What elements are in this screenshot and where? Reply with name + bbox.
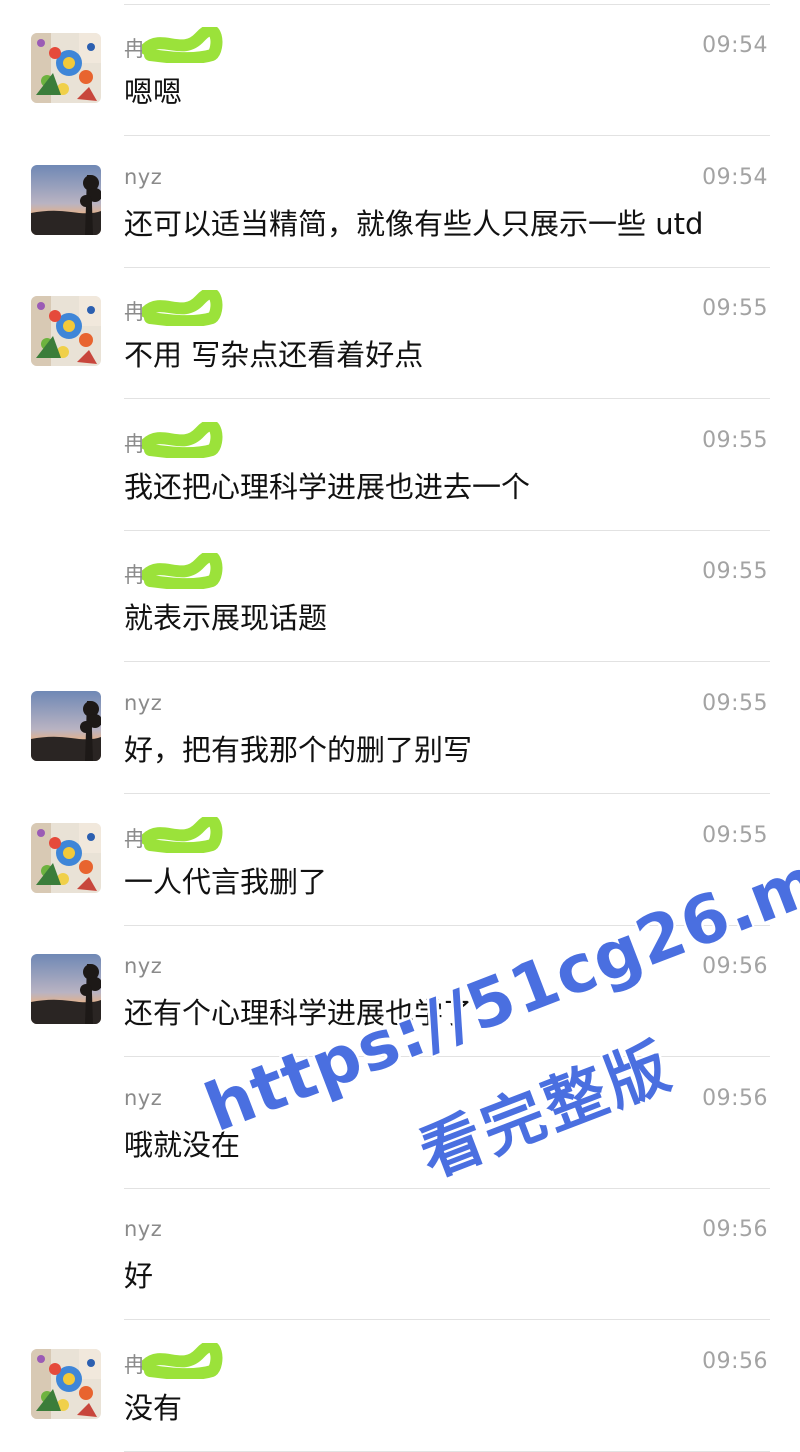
message-time: 09:56	[702, 1085, 768, 1111]
sender-name: nyz	[124, 164, 163, 189]
message-row[interactable]: 冉 09:55 我还把心理科学进展也进去一个	[0, 400, 800, 531]
message-time: 09:56	[702, 1217, 768, 1243]
message-row[interactable]: 冉 09:55 不用 写杂点还看着好点	[0, 268, 800, 400]
name-redaction-scribble	[142, 27, 223, 63]
message-text: 还有个心理科学进展也学了	[124, 996, 473, 1031]
name-redaction-scribble	[142, 290, 223, 327]
message-text: 哦就没在	[124, 1127, 241, 1162]
message-text: 就表示展现话题	[124, 601, 328, 636]
message-row[interactable]: 冉 09:55 一人代言我删了	[0, 795, 800, 926]
message-text: 没有	[124, 1391, 183, 1425]
message-row[interactable]: 冉 09:56 没有	[0, 1321, 800, 1452]
message-row[interactable]: nyz 09:55 好，把有我那个的删了别写	[0, 663, 800, 794]
message-time: 09:55	[702, 691, 768, 716]
avatar[interactable]	[31, 691, 101, 761]
message-text: 好，把有我那个的删了别写	[124, 733, 473, 767]
sender-name: 冉	[124, 300, 146, 325]
name-redaction-scribble	[142, 1343, 223, 1379]
sender-name: 冉	[124, 37, 146, 61]
avatar[interactable]	[31, 822, 101, 893]
name-redaction-scribble	[142, 553, 223, 590]
sender-name: 冉	[124, 563, 146, 588]
message-time: 09:55	[702, 296, 768, 322]
message-text: 嗯嗯	[124, 75, 183, 109]
sender-name: nyz	[124, 691, 163, 715]
message-time: 09:55	[702, 559, 768, 585]
message-text: 还可以适当精简，就像有些人只展示一些 utd	[124, 206, 704, 241]
message-row[interactable]: nyz 09:56 还有个心理科学进展也学了	[0, 926, 800, 1058]
avatar[interactable]	[31, 164, 101, 235]
avatar[interactable]	[31, 296, 101, 367]
message-text: 一人代言我删了	[124, 864, 328, 899]
sender-name: nyz	[124, 954, 163, 979]
message-row[interactable]: 冉 09:54 嗯嗯	[0, 5, 800, 136]
message-text: 好	[124, 1259, 154, 1294]
name-redaction-scribble	[142, 816, 223, 853]
message-time: 09:54	[702, 33, 768, 58]
avatar[interactable]	[31, 954, 101, 1025]
message-row[interactable]: nyz 09:56 哦就没在	[0, 1058, 800, 1189]
message-time: 09:55	[702, 427, 768, 453]
sender-name: nyz	[124, 1217, 163, 1242]
message-time: 09:56	[702, 1349, 768, 1374]
sender-name: 冉	[124, 1353, 146, 1377]
avatar[interactable]	[31, 33, 101, 103]
message-text: 我还把心理科学进展也进去一个	[124, 469, 531, 504]
sender-name: nyz	[124, 1085, 163, 1110]
message-time: 09:54	[702, 164, 768, 190]
message-row[interactable]: nyz 09:56 好	[0, 1189, 800, 1321]
name-redaction-scribble	[142, 421, 223, 458]
message-row[interactable]: nyz 09:54 还可以适当精简，就像有些人只展示一些 utd	[0, 137, 800, 268]
sender-name: 冉	[124, 431, 146, 456]
message-row[interactable]: 冉 09:55 就表示展现话题	[0, 531, 800, 663]
sender-name: 冉	[124, 826, 146, 851]
avatar[interactable]	[31, 1349, 101, 1419]
message-text: 不用 写杂点还看着好点	[124, 338, 424, 373]
message-time: 09:56	[702, 954, 768, 980]
message-time: 09:55	[702, 822, 768, 848]
